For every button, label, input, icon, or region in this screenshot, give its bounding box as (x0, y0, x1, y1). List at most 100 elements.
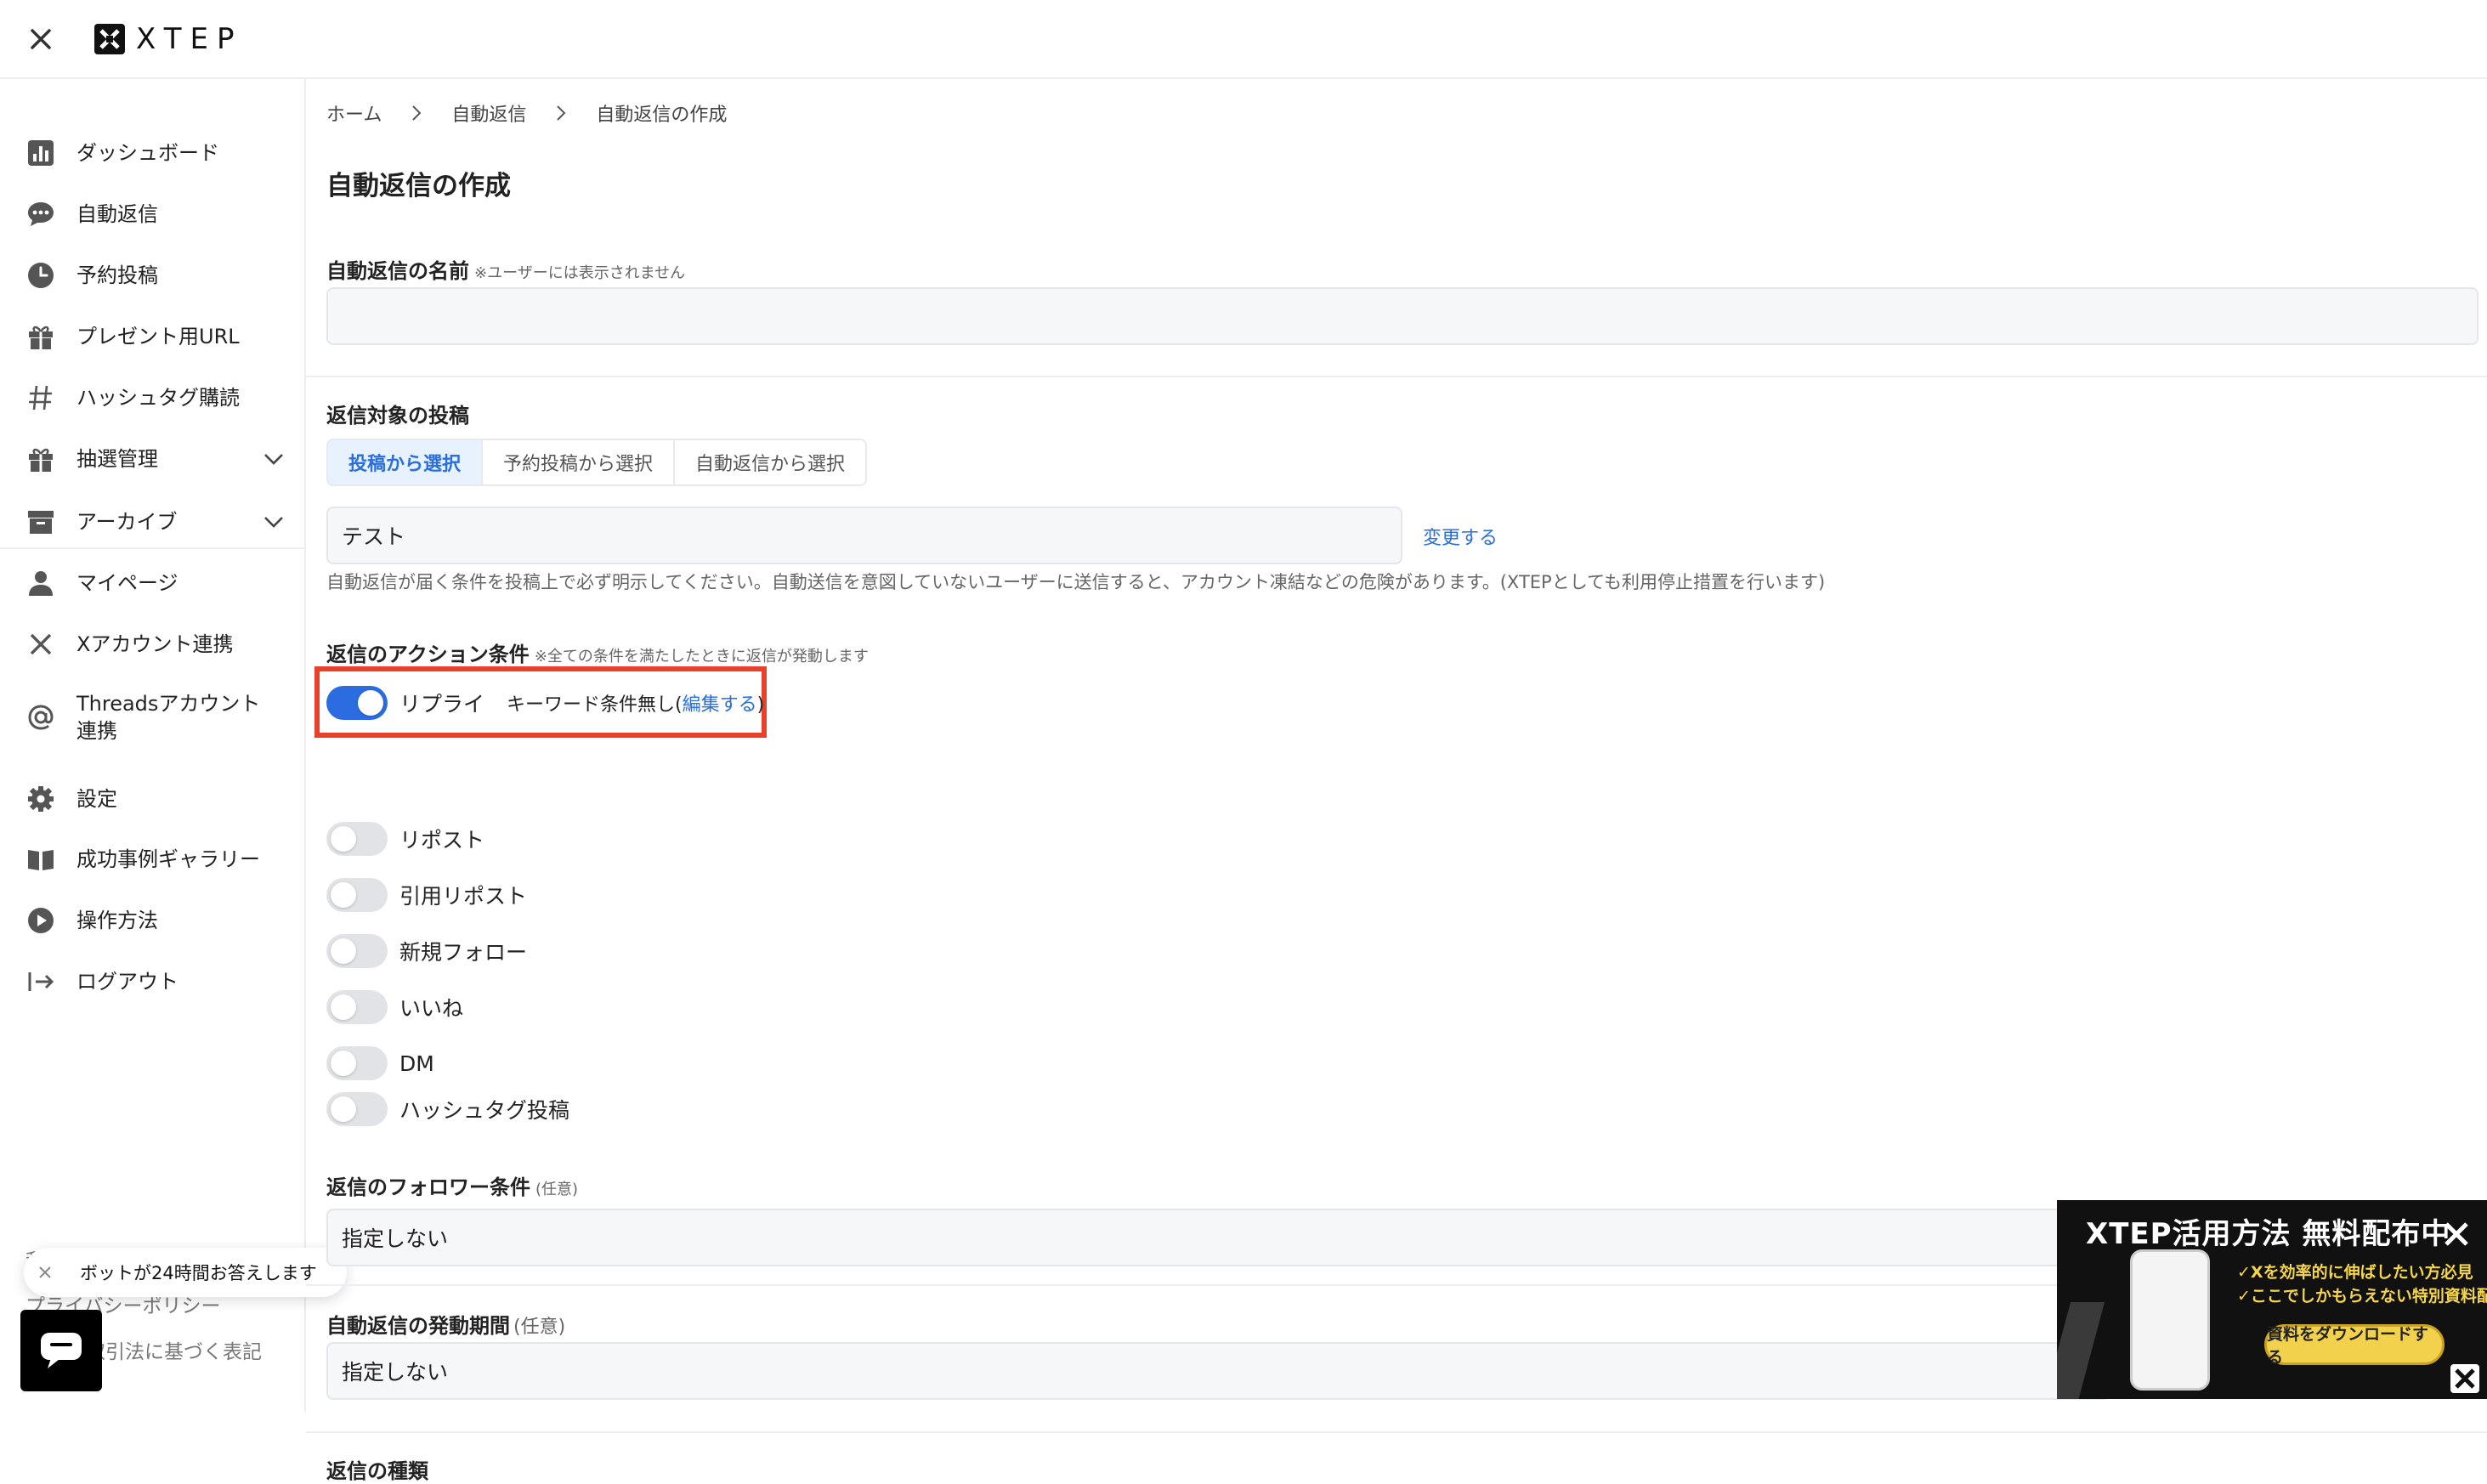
top-bar: XTEP (0, 0, 2487, 79)
sidebar-item-label: Threadsアカウント連携 (76, 692, 261, 743)
play-icon (24, 903, 58, 937)
keyword-suffix: ) (756, 694, 765, 716)
sidebar-item-label: 自動返信 (76, 202, 158, 226)
edit-keyword-link[interactable]: 編集する (683, 694, 757, 716)
banner-bullet-2: ✓ここでしかもらえない特別資料配布 (2237, 1287, 2487, 1306)
breadcrumb-auto-reply[interactable]: 自動返信 (451, 99, 526, 127)
hashtag-icon (24, 381, 58, 415)
xtep-logo-icon (94, 24, 125, 54)
sidebar-item-settings[interactable]: 設定 (24, 775, 287, 823)
breadcrumb: ホーム 自動返信 自動返信の作成 (326, 99, 727, 127)
breadcrumb-current: 自動返信の作成 (596, 105, 728, 126)
sidebar-item-dashboard[interactable]: ダッシュボード (24, 129, 287, 177)
sidebar-item-label: ログアウト (76, 970, 178, 994)
xtep-logo-icon (2450, 1364, 2479, 1393)
sidebar-item-label: ダッシュボード (76, 141, 219, 165)
app-name: XTEP (136, 22, 243, 56)
banner-title: XTEP活用方法 無料配布中 (2086, 1217, 2451, 1251)
chat-icon (41, 1333, 82, 1368)
chevron-right-icon (412, 105, 422, 121)
follower-label-text: 返信のフォロワー条件 (326, 1175, 530, 1199)
keyword-prefix: キーワード条件無し( (507, 694, 683, 716)
chat-tooltip: ボットが24時間お答えします (24, 1248, 347, 1297)
sidebar-item-how-to[interactable]: 操作方法 (24, 897, 287, 944)
download-button[interactable]: 資料をダウンロードする (2264, 1324, 2445, 1367)
action-like-row: いいね (326, 988, 463, 1026)
reply-toggle[interactable] (326, 686, 388, 720)
bar-chart-icon (24, 136, 58, 170)
sidebar-item-scheduled-post[interactable]: 予約投稿 (24, 252, 287, 299)
target-post-input[interactable]: テスト (326, 507, 1402, 564)
close-icon[interactable] (2439, 1217, 2473, 1251)
breadcrumb-home[interactable]: ホーム (326, 99, 382, 127)
at-icon (24, 700, 58, 734)
action-repost-row: リポスト (326, 820, 484, 858)
book-icon (24, 842, 58, 876)
section-divider (306, 376, 2487, 377)
action-reply-row: リプライ キーワード条件無し(編集する) (326, 684, 764, 722)
sidebar-item-my-page[interactable]: マイページ (24, 559, 287, 607)
dm-toggle[interactable] (326, 1046, 388, 1080)
sidebar-item-label: プレゼント用URL (76, 325, 240, 348)
period-label-note: (任意) (513, 1317, 566, 1338)
new-follow-toggle[interactable] (326, 934, 388, 968)
sidebar-item-hashtag[interactable]: ハッシュタグ購読 (24, 374, 287, 422)
sidebar-item-threads-account[interactable]: Threadsアカウント連携 (24, 687, 287, 748)
gift-icon (24, 320, 58, 354)
sidebar-item-label: 設定 (76, 787, 117, 811)
phone-image (2130, 1249, 2210, 1391)
sidebar-item-label: 予約投稿 (76, 263, 158, 287)
sidebar-item-logout[interactable]: ログアウト (24, 958, 287, 1005)
action-label-text: 返信のアクション条件 (326, 643, 530, 666)
quote-repost-toggle[interactable] (326, 878, 388, 912)
name-label-text: 自動返信の名前 (326, 259, 469, 283)
tab-select-from-auto-reply[interactable]: 自動返信から選択 (675, 440, 866, 484)
action-quote-row: 引用リポスト (326, 876, 527, 914)
close-icon[interactable] (32, 1260, 58, 1285)
hashtag-post-toggle-label: ハッシュタグ投稿 (399, 1098, 570, 1123)
sidebar-item-gallery[interactable]: 成功事例ギャラリー (24, 835, 287, 883)
promo-banner[interactable]: XTEP活用方法 無料配布中 ✓Xを効率的に伸ばしたい方必見 ✓ここでしかもらえ… (2057, 1200, 2487, 1399)
chat-bubble-icon (24, 197, 58, 231)
sidebar-item-archive[interactable]: アーカイブ (24, 498, 287, 546)
clock-icon (24, 258, 58, 292)
warning-text: 自動返信が届く条件を投稿上で必ず明示してください。自動送信を意図していないユーザ… (326, 572, 1826, 592)
name-input[interactable] (326, 287, 2479, 345)
page-title: 自動返信の作成 (326, 171, 511, 201)
like-toggle[interactable] (326, 990, 388, 1024)
archive-icon (24, 505, 58, 539)
user-icon (24, 566, 58, 600)
chevron-down-icon[interactable] (260, 508, 287, 535)
action-conditions-label: 返信のアクション条件 ※全ての条件を満たしたときに返信が発動します (326, 637, 869, 667)
repost-toggle[interactable] (326, 822, 388, 856)
change-post-link[interactable]: 変更する (1423, 523, 1498, 550)
name-label-note: ※ユーザーには表示されません (474, 264, 686, 282)
like-toggle-label: いいね (399, 996, 464, 1021)
app-logo[interactable]: XTEP (93, 20, 242, 58)
follower-condition-label: 返信のフォロワー条件 (任意) (326, 1170, 578, 1200)
reply-type-label: 返信の種類 (326, 1459, 428, 1483)
target-source-tabs: 投稿から選択 予約投稿から選択 自動返信から選択 (326, 439, 868, 486)
chevron-down-icon[interactable] (260, 445, 287, 473)
action-dm-row: DM (326, 1045, 434, 1082)
period-select[interactable]: 指定しない (326, 1342, 2111, 1400)
gear-icon (24, 782, 58, 816)
sidebar-item-auto-reply[interactable]: 自動返信 (24, 190, 287, 238)
chat-open-button[interactable] (20, 1310, 102, 1391)
tab-select-from-posts[interactable]: 投稿から選択 (328, 440, 484, 484)
close-icon[interactable] (25, 24, 56, 54)
sidebar-item-present-url[interactable]: プレゼント用URL (24, 313, 287, 360)
hashtag-post-toggle[interactable] (326, 1092, 388, 1126)
sidebar-item-x-account[interactable]: Xアカウント連携 (24, 620, 287, 668)
sidebar-item-label: 操作方法 (76, 909, 158, 932)
tab-select-from-scheduled[interactable]: 予約投稿から選択 (483, 440, 676, 484)
sidebar-item-label: ハッシュタグ購読 (76, 386, 240, 410)
follower-label-note: (任意) (535, 1181, 579, 1198)
banner-bullet-1: ✓Xを効率的に伸ばしたい方必見 (2237, 1263, 2473, 1282)
dm-toggle-label: DM (399, 1051, 434, 1076)
new-follow-toggle-label: 新規フォロー (399, 940, 528, 965)
action-hashtag-row: ハッシュタグ投稿 (326, 1090, 569, 1128)
period-label-text: 自動返信の発動期間 (326, 1314, 510, 1338)
sidebar-item-lottery[interactable]: 抽選管理 (24, 435, 287, 483)
action-label-note: ※全ての条件を満たしたときに返信が発動します (534, 648, 869, 666)
